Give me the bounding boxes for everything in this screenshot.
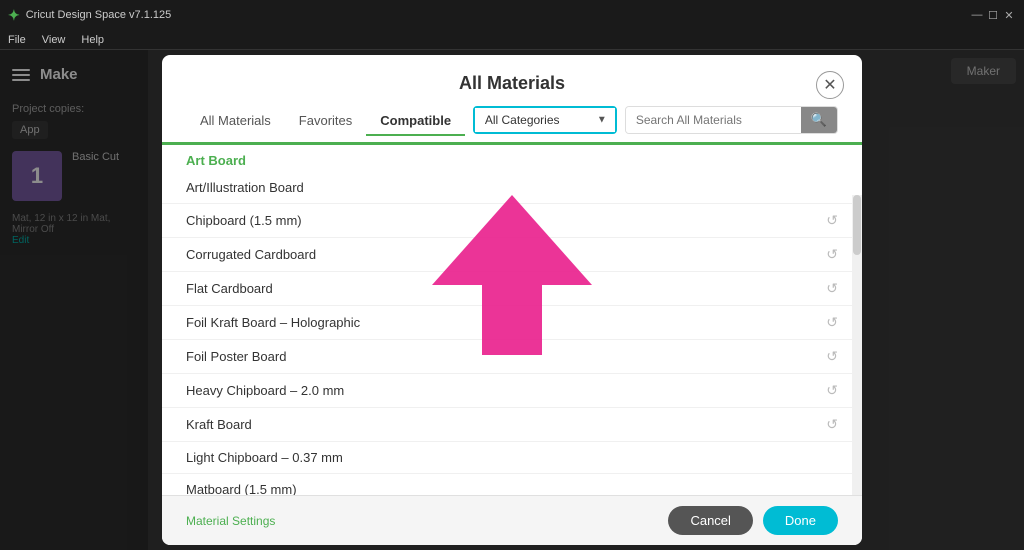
category-select-wrapper[interactable]: All Categories Art Board Paper Vinyl Fab…	[473, 106, 617, 134]
material-name: Heavy Chipboard – 2.0 mm	[186, 383, 344, 398]
material-settings-icon: ↺	[826, 212, 838, 229]
material-row[interactable]: Foil Kraft Board – Holographic ↺	[162, 306, 862, 340]
footer-buttons: Cancel Done	[668, 506, 838, 535]
menu-file[interactable]: File	[8, 34, 26, 46]
modal-footer: Material Settings Cancel Done	[162, 495, 862, 545]
search-input[interactable]	[626, 107, 801, 133]
tab-compatible[interactable]: Compatible	[366, 107, 465, 134]
modal-tabs-row: All Materials Favorites Compatible All C…	[162, 94, 862, 134]
modal-title: All Materials	[186, 73, 838, 94]
material-row[interactable]: Corrugated Cardboard ↺	[162, 238, 862, 272]
material-row[interactable]: Heavy Chipboard – 2.0 mm ↺	[162, 374, 862, 408]
minimize-button[interactable]: —	[970, 8, 984, 22]
tab-favorites[interactable]: Favorites	[285, 107, 366, 134]
done-button[interactable]: Done	[763, 506, 838, 535]
tab-all-materials[interactable]: All Materials	[186, 107, 285, 134]
material-name: Flat Cardboard	[186, 281, 273, 296]
modal-header: All Materials ✕	[162, 55, 862, 94]
tab-controls: All Categories Art Board Paper Vinyl Fab…	[473, 106, 838, 134]
menu-bar: File View Help	[0, 30, 1024, 50]
material-row[interactable]: Foil Poster Board ↺	[162, 340, 862, 374]
all-materials-modal: All Materials ✕ All Materials Favorites …	[162, 55, 862, 545]
modal-overlay: All Materials ✕ All Materials Favorites …	[0, 50, 1024, 550]
material-settings-icon: ↺	[826, 314, 838, 331]
search-wrapper: 🔍	[625, 106, 838, 134]
material-row[interactable]: Light Chipboard – 0.37 mm	[162, 442, 862, 474]
materials-list[interactable]: Art Board Art/Illustration Board Chipboa…	[162, 145, 862, 495]
material-settings-icon: ↺	[826, 382, 838, 399]
material-settings-icon: ↺	[826, 348, 838, 365]
cancel-button[interactable]: Cancel	[668, 506, 752, 535]
title-bar: ✦ Cricut Design Space v7.1.125 — ☐ ✕	[0, 0, 1024, 30]
maximize-button[interactable]: ☐	[986, 8, 1000, 22]
close-button[interactable]: ✕	[1002, 8, 1016, 22]
material-name: Art/Illustration Board	[186, 180, 304, 195]
material-name: Foil Poster Board	[186, 349, 286, 364]
material-settings-icon: ↺	[826, 416, 838, 433]
material-settings-icon: ↺	[826, 246, 838, 263]
app-body: Make Project copies: App 1 Basic Cut Mat…	[0, 50, 1024, 550]
search-button[interactable]: 🔍	[801, 107, 837, 133]
window-controls[interactable]: — ☐ ✕	[970, 8, 1016, 22]
material-name: Foil Kraft Board – Holographic	[186, 315, 360, 330]
material-row[interactable]: Flat Cardboard ↺	[162, 272, 862, 306]
app-title: Cricut Design Space v7.1.125	[26, 9, 172, 21]
material-name: Light Chipboard – 0.37 mm	[186, 450, 343, 465]
material-name: Chipboard (1.5 mm)	[186, 213, 302, 228]
menu-view[interactable]: View	[42, 34, 66, 46]
material-row[interactable]: Art/Illustration Board	[162, 172, 862, 204]
material-settings-icon: ↺	[826, 280, 838, 297]
material-row[interactable]: Matboard (1.5 mm)	[162, 474, 862, 495]
material-row[interactable]: Kraft Board ↺	[162, 408, 862, 442]
app-logo-icon: ✦	[8, 7, 20, 24]
material-name: Corrugated Cardboard	[186, 247, 316, 262]
category-art-board-header: Art Board	[162, 145, 862, 172]
menu-help[interactable]: Help	[81, 34, 104, 46]
material-name: Matboard (1.5 mm)	[186, 482, 297, 495]
material-row[interactable]: Chipboard (1.5 mm) ↺	[162, 204, 862, 238]
material-name: Kraft Board	[186, 417, 252, 432]
modal-close-button[interactable]: ✕	[816, 71, 844, 99]
category-select[interactable]: All Categories Art Board Paper Vinyl Fab…	[475, 108, 615, 132]
material-settings-link[interactable]: Material Settings	[186, 514, 275, 528]
